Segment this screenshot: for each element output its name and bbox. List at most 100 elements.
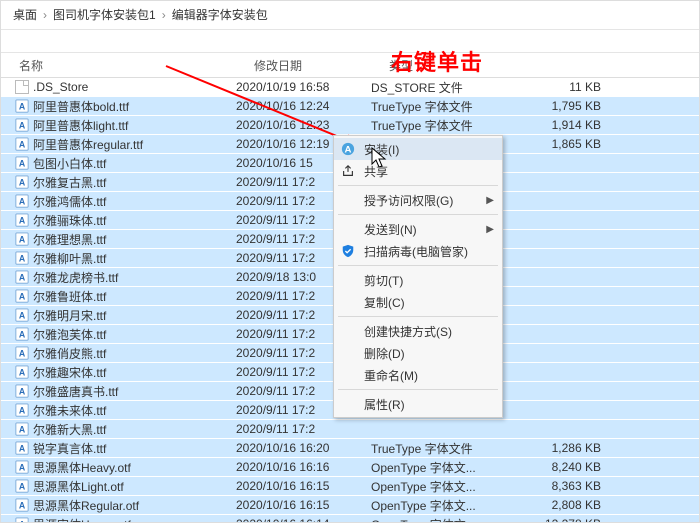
font-file-icon: A	[15, 460, 29, 474]
file-row[interactable]: A 锐字真言体.ttf 2020/10/16 16:20TrueType 字体文件1…	[1, 439, 699, 458]
file-size: 12,278 KB	[501, 517, 621, 523]
file-name: 尔雅鲁班体.ttf	[33, 288, 106, 305]
file-type: OpenType 字体文...	[371, 497, 501, 514]
breadcrumb-item[interactable]: 编辑器字体安装包	[172, 1, 268, 29]
menu-label: 属性(R)	[364, 396, 405, 413]
svg-text:A: A	[19, 254, 26, 264]
file-row[interactable]: A阿里普惠体bold.ttf2020/10/16 12:24TrueType 字…	[1, 97, 699, 116]
menu-label: 扫描病毒(电脑管家)	[364, 243, 468, 260]
file-name: 锐字真言体.ttf	[33, 440, 106, 457]
file-date: 2020/9/11 17:2	[236, 422, 371, 436]
file-row[interactable]: A 思源黑体Regular.otf 2020/10/16 16:15OpenType…	[1, 496, 699, 515]
toolbar-spacer	[1, 30, 699, 53]
file-type: TrueType 字体文件	[371, 117, 501, 134]
svg-text:A: A	[19, 102, 26, 112]
menu-properties[interactable]: 属性(R)	[334, 393, 502, 415]
file-name: 思源黑体Light.otf	[33, 478, 124, 495]
submenu-arrow-icon: ▶	[486, 195, 494, 206]
file-size: 1,914 KB	[501, 118, 621, 132]
breadcrumb[interactable]: 桌面 › 图司机字体安装包1 › 编辑器字体安装包	[1, 1, 699, 30]
breadcrumb-item[interactable]: 桌面	[13, 1, 37, 29]
file-row[interactable]: A阿里普惠体light.ttf2020/10/16 12:23TrueType …	[1, 116, 699, 135]
svg-text:A: A	[19, 425, 26, 435]
file-name: 思源宋体Heavy.otf	[33, 516, 131, 523]
menu-shortcut[interactable]: 创建快捷方式(S)	[334, 320, 502, 342]
menu-install[interactable]: A 安装(I)	[334, 138, 502, 160]
font-file-icon: A	[15, 175, 29, 189]
svg-text:A: A	[19, 501, 26, 511]
shield-icon	[340, 243, 356, 259]
svg-text:A: A	[19, 349, 26, 359]
font-file-icon: A	[15, 422, 29, 436]
menu-label: 安装(I)	[364, 141, 399, 158]
annotation-text: 右键单击	[391, 45, 483, 77]
font-file-icon: A	[15, 99, 29, 113]
file-name: 尔雅趣宋体.ttf	[33, 364, 106, 381]
menu-rename[interactable]: 重命名(M)	[334, 364, 502, 386]
font-file-icon: A	[15, 137, 29, 151]
menu-label: 重命名(M)	[364, 367, 418, 384]
file-size: 1,865 KB	[501, 137, 621, 151]
file-row[interactable]: A思源黑体Heavy.otf2020/10/16 16:16OpenType 字…	[1, 458, 699, 477]
svg-text:A: A	[19, 159, 26, 169]
file-row[interactable]: A思源宋体Heavy.otf2020/10/16 16:14OpenType 字…	[1, 515, 699, 523]
file-row[interactable]: A思源黑体Light.otf2020/10/16 16:15OpenType 字…	[1, 477, 699, 496]
font-file-icon: A	[15, 251, 29, 265]
file-name: 尔雅新大黑.ttf	[33, 421, 106, 438]
svg-text:A: A	[19, 387, 26, 397]
file-name: 思源黑体Regular.otf	[33, 497, 139, 514]
file-size: 11 KB	[501, 80, 621, 94]
file-row[interactable]: A 尔雅新大黑.ttf 2020/9/11 17:2	[1, 420, 699, 439]
menu-label: 剪切(T)	[364, 272, 403, 289]
install-icon: A	[340, 141, 356, 157]
font-file-icon: A	[15, 270, 29, 284]
menu-grant-access[interactable]: 授予访问权限(G) ▶	[334, 189, 502, 211]
file-type: DS_STORE 文件	[371, 79, 501, 96]
menu-send-to[interactable]: 发送到(N) ▶	[334, 218, 502, 240]
menu-copy[interactable]: 复制(C)	[334, 291, 502, 313]
file-size: 8,240 KB	[501, 460, 621, 474]
svg-text:A: A	[19, 311, 26, 321]
file-name: 思源黑体Heavy.otf	[33, 459, 131, 476]
explorer-window: 桌面 › 图司机字体安装包1 › 编辑器字体安装包 名称 修改日期 类型 .DS…	[0, 0, 700, 523]
file-row[interactable]: .DS_Store2020/10/19 16:58DS_STORE 文件11 K…	[1, 78, 699, 97]
menu-label: 复制(C)	[364, 294, 405, 311]
file-name: 尔雅龙虎榜书.ttf	[33, 269, 118, 286]
menu-scan-virus[interactable]: 扫描病毒(电脑管家)	[334, 240, 502, 262]
menu-label: 创建快捷方式(S)	[364, 323, 452, 340]
menu-delete[interactable]: 删除(D)	[334, 342, 502, 364]
file-date: 2020/10/16 16:14	[236, 517, 371, 523]
svg-text:A: A	[19, 463, 26, 473]
menu-share[interactable]: 共享	[334, 160, 502, 182]
file-date: 2020/10/16 12:23	[236, 118, 371, 132]
font-file-icon: A	[15, 289, 29, 303]
file-type: OpenType 字体文...	[371, 478, 501, 495]
svg-text:A: A	[19, 140, 26, 150]
file-name: 阿里普惠体light.ttf	[33, 117, 128, 134]
font-file-icon: A	[15, 213, 29, 227]
font-file-icon: A	[15, 365, 29, 379]
file-date: 2020/10/16 16:20	[236, 441, 371, 455]
svg-text:A: A	[19, 444, 26, 454]
file-size: 1,795 KB	[501, 99, 621, 113]
file-icon	[15, 80, 29, 94]
file-name: 尔雅明月宋.ttf	[33, 307, 106, 324]
font-file-icon: A	[15, 156, 29, 170]
font-file-icon: A	[15, 308, 29, 322]
font-file-icon: A	[15, 232, 29, 246]
menu-separator	[338, 214, 498, 215]
file-size: 1,286 KB	[501, 441, 621, 455]
column-header-name[interactable]: 名称	[1, 57, 254, 74]
menu-separator	[338, 316, 498, 317]
file-type: TrueType 字体文件	[371, 440, 501, 457]
file-name: 尔雅俏皮熊.ttf	[33, 345, 106, 362]
menu-cut[interactable]: 剪切(T)	[334, 269, 502, 291]
breadcrumb-item[interactable]: 图司机字体安装包1	[53, 1, 156, 29]
column-header-date[interactable]: 修改日期	[254, 57, 389, 74]
font-file-icon: A	[15, 403, 29, 417]
file-date: 2020/10/16 12:24	[236, 99, 371, 113]
file-date: 2020/10/16 16:15	[236, 498, 371, 512]
menu-label: 删除(D)	[364, 345, 405, 362]
font-file-icon: A	[15, 479, 29, 493]
breadcrumb-sep: ›	[43, 1, 47, 29]
